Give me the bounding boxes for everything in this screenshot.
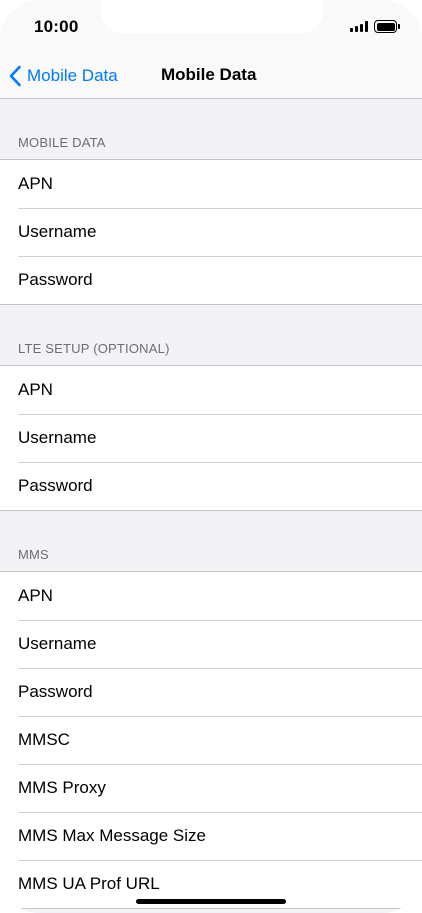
row-mmsc[interactable]: MMSC [0,716,422,764]
navigation-bar: Mobile Data Mobile Data [0,52,422,99]
back-button[interactable]: Mobile Data [8,64,118,88]
battery-icon [374,20,400,33]
row-mobile-data-username[interactable]: Username [0,208,422,256]
group-mms: APN Username Password MMSC MMS Proxy MMS… [0,571,422,909]
settings-list: MOBILE DATA APN Username Password LTE SE… [0,99,422,909]
device-notch [101,0,323,33]
chevron-left-icon [9,65,21,87]
row-mobile-data-apn[interactable]: APN [0,160,422,208]
cellular-signal-icon [350,21,368,32]
home-indicator[interactable] [136,899,286,904]
group-lte-setup: APN Username Password [0,365,422,511]
row-mms-max-message-size[interactable]: MMS Max Message Size [0,812,422,860]
row-mobile-data-password[interactable]: Password [0,256,422,304]
row-mms-proxy[interactable]: MMS Proxy [0,764,422,812]
back-button-label: Mobile Data [27,66,118,85]
section-header-mobile-data: MOBILE DATA [18,135,106,150]
row-lte-password[interactable]: Password [0,462,422,510]
row-mms-username[interactable]: Username [0,620,422,668]
row-mms-apn[interactable]: APN [0,572,422,620]
row-lte-apn[interactable]: APN [0,366,422,414]
group-mobile-data: APN Username Password [0,159,422,305]
phone-screen: 10:00 Mobile Data Mobile Data MOBILE DAT… [0,0,422,913]
section-header-lte-setup: LTE SETUP (OPTIONAL) [18,341,170,356]
row-mms-password[interactable]: Password [0,668,422,716]
status-bar: 10:00 [0,0,422,52]
status-time: 10:00 [34,17,79,36]
row-lte-username[interactable]: Username [0,414,422,462]
section-header-mms: MMS [18,547,49,562]
page-title: Mobile Data [161,65,257,84]
